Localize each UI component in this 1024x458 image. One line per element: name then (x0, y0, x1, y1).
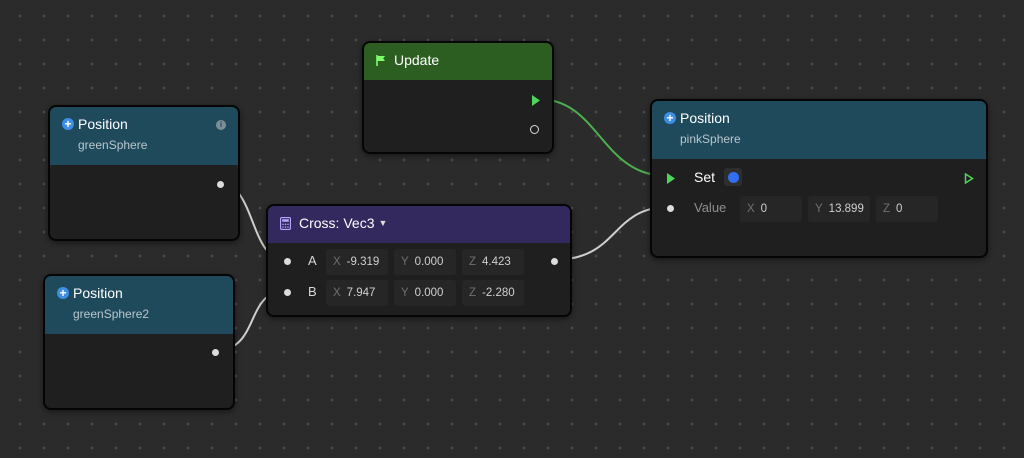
output-port[interactable] (217, 181, 224, 188)
input-port-a[interactable] (284, 258, 291, 265)
a-x-field[interactable]: X -9.319 (326, 249, 388, 275)
node-header[interactable]: Update (364, 43, 552, 80)
exec-wire (537, 98, 669, 177)
flag-icon (376, 54, 385, 66)
value-y-field[interactable]: Y 13.899 (808, 196, 870, 222)
plus-circle-icon: + (664, 112, 676, 124)
node-header[interactable]: + Position pinkSphere (652, 101, 986, 159)
node-title: Cross: Vec3 (299, 215, 375, 231)
value-x-field[interactable]: X0 (740, 196, 802, 222)
position-node-greensphere[interactable]: + Position greenSphere i (48, 105, 240, 241)
update-node[interactable]: Update (362, 41, 554, 154)
exec-output-play-icon[interactable] (531, 95, 541, 106)
node-title: Position (73, 285, 123, 301)
plus-circle-icon: + (62, 118, 74, 130)
node-subtitle: greenSphere2 (73, 307, 150, 321)
position-node-pinksphere[interactable]: + Position pinkSphere Set Value X0 Y 13.8… (650, 99, 988, 258)
value-input-port[interactable] (667, 205, 674, 212)
output-port[interactable] (212, 349, 219, 356)
node-header[interactable]: + Position greenSphere i (50, 107, 238, 165)
input-label-b: B (308, 284, 317, 299)
set-label: Set (694, 169, 716, 185)
position-node-greensphere2[interactable]: + Position greenSphere2 (43, 274, 235, 410)
node-header[interactable]: Cross: Vec3 ▼ (268, 206, 570, 243)
info-icon[interactable]: i (216, 120, 226, 130)
input-label-a: A (308, 253, 317, 268)
b-z-field[interactable]: Z -2.280 (462, 280, 524, 306)
node-title: Position (78, 116, 128, 132)
a-y-field[interactable]: Y 0.000 (394, 249, 456, 275)
node-header[interactable]: + Position greenSphere2 (45, 276, 233, 334)
a-z-field[interactable]: Z 4.423 (462, 249, 524, 275)
output-port-hollow[interactable] (530, 125, 539, 134)
plus-circle-icon: + (57, 287, 69, 299)
exec-output-play-icon[interactable] (964, 173, 974, 184)
color-dot (728, 172, 739, 183)
chevron-down-icon[interactable]: ▼ (378, 218, 387, 228)
output-port[interactable] (551, 258, 558, 265)
calculator-icon (280, 216, 291, 230)
cross-vec3-node[interactable]: Cross: Vec3 ▼ A X -9.319 Y 0.000 Z 4.423 B … (266, 204, 572, 317)
node-title: Update (394, 52, 440, 68)
node-subtitle: pinkSphere (680, 132, 741, 146)
exec-input-play-icon[interactable] (666, 173, 676, 184)
input-port-b[interactable] (284, 289, 291, 296)
node-title: Position (680, 110, 730, 126)
b-y-field[interactable]: Y 0.000 (394, 280, 456, 306)
node-subtitle: greenSphere (78, 138, 148, 152)
set-color-swatch[interactable] (724, 168, 742, 186)
value-z-field[interactable]: Z0 (876, 196, 938, 222)
value-label: Value (694, 200, 727, 215)
b-x-field[interactable]: X 7.947 (326, 280, 388, 306)
